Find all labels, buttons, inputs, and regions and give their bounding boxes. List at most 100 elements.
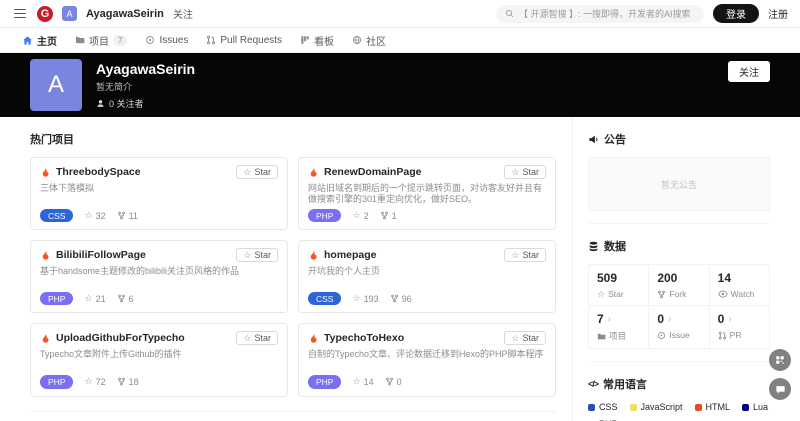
user-avatar-small[interactable]: A: [62, 6, 77, 21]
gitee-logo[interactable]: G: [37, 6, 53, 22]
feedback-button[interactable]: [769, 378, 791, 400]
language-badge: PHP: [40, 292, 73, 305]
chevron-right-icon: ›: [728, 314, 731, 325]
language-badge: CSS: [40, 209, 73, 222]
hot-icon: [40, 333, 51, 344]
star-icon: ☆: [243, 334, 251, 343]
main-content: 热门项目 ThreebodySpace ☆ Star 三体下落模拟 CSS ☆3…: [0, 117, 800, 421]
star-icon: ☆: [511, 168, 519, 177]
project-name-link[interactable]: TypechoToHexo: [324, 332, 499, 344]
languages-section: </> 常用语言 CSS JavaScript HTML Lu: [588, 361, 770, 421]
project-card: UploadGithubForTypecho ☆ Star Typecho文章附…: [30, 323, 288, 396]
folder-icon: [75, 35, 85, 45]
language-badge: PHP: [308, 209, 341, 222]
followers-row[interactable]: 0 关注者: [96, 97, 195, 110]
database-icon: [588, 241, 599, 252]
fork-icon: [117, 294, 126, 303]
profile-header: A AyagawaSeirin 暂无简介 0 关注者 关注: [0, 53, 800, 117]
star-button[interactable]: ☆ Star: [504, 248, 546, 262]
star-button[interactable]: ☆ Star: [236, 248, 278, 262]
board-icon: [300, 35, 310, 45]
stat-watch: 14 Watch: [710, 265, 770, 306]
stat-fork: 200 Fork: [649, 265, 709, 306]
star-button-label: Star: [522, 167, 539, 177]
announcement-empty-state: 暂无公告: [588, 157, 770, 211]
project-name-link[interactable]: homepage: [324, 249, 499, 261]
project-name-link[interactable]: BilibiliFollowPage: [56, 249, 231, 261]
language-color-dot: [695, 404, 702, 411]
project-description: 基于handsome主题修改的bilibili关注页风格的作品: [40, 266, 278, 288]
tab-board[interactable]: 看板: [300, 28, 334, 52]
menu-icon[interactable]: [12, 7, 28, 21]
followers-icon: [96, 99, 105, 108]
language-item: Lua: [742, 402, 768, 412]
fork-count: 1: [380, 211, 397, 221]
fork-icon: [390, 294, 399, 303]
star-button-label: Star: [522, 250, 539, 260]
announcement-section: 公告 暂无公告: [588, 131, 770, 223]
stat-prs[interactable]: 0› PR: [710, 306, 770, 349]
home-icon: [22, 35, 33, 46]
follow-button[interactable]: 关注: [728, 61, 770, 82]
login-button[interactable]: 登录: [713, 4, 759, 23]
tab-issues[interactable]: Issues: [145, 28, 188, 52]
star-icon: ☆: [352, 377, 360, 386]
fork-icon: [385, 377, 394, 386]
project-description: Typecho文章附件上传Github的插件: [40, 349, 278, 371]
star-icon: ☆: [84, 377, 92, 386]
project-name-link[interactable]: RenewDomainPage: [324, 166, 499, 178]
project-card-grid: ThreebodySpace ☆ Star 三体下落模拟 CSS ☆32 11 …: [30, 157, 556, 397]
stat-star: 509 ☆Star: [589, 265, 649, 306]
showcase-header: 项目展示 查看全部项目 ›: [30, 411, 556, 421]
popular-projects-section: 热门项目 ThreebodySpace ☆ Star 三体下落模拟 CSS ☆3…: [30, 117, 572, 421]
language-badge: CSS: [308, 292, 341, 305]
project-description: 网站旧域名到期后的一个提示跳转页面，对访客友好并且有做搜索引擎的301重定向优化…: [308, 183, 546, 205]
avatar: A: [30, 59, 82, 111]
floating-widgets: [769, 349, 791, 400]
megaphone-icon: [588, 134, 599, 145]
search-input[interactable]: [519, 9, 695, 19]
star-count: ☆14: [352, 377, 373, 387]
register-link[interactable]: 注册: [768, 6, 788, 21]
star-icon: ☆: [352, 211, 360, 220]
project-card: homepage ☆ Star 开坑我的个人主页 CSS ☆193 96: [298, 240, 556, 313]
project-card: RenewDomainPage ☆ Star 网站旧域名到期后的一个提示跳转页面…: [298, 157, 556, 230]
tab-home-label: 主页: [37, 33, 57, 48]
star-button[interactable]: ☆ Star: [504, 165, 546, 179]
project-card: ThreebodySpace ☆ Star 三体下落模拟 CSS ☆32 11: [30, 157, 288, 230]
project-description: 开坑我的个人主页: [308, 266, 546, 288]
language-list: CSS JavaScript HTML Lua PHP: [588, 402, 770, 421]
fork-count: 96: [390, 294, 412, 304]
tab-projects[interactable]: 项目 7: [75, 28, 127, 52]
star-button[interactable]: ☆ Star: [504, 331, 546, 345]
fork-count: 11: [117, 211, 138, 221]
tab-pull-requests[interactable]: Pull Requests: [206, 28, 282, 52]
star-button-label: Star: [254, 333, 271, 343]
code-icon: </>: [588, 379, 598, 389]
project-description: 自制的Typecho文章、评论数据迁移到Hexo的PHP脚本程序: [308, 349, 546, 371]
topbar-follow-link[interactable]: 关注: [173, 6, 193, 21]
tab-community[interactable]: 社区: [352, 28, 386, 52]
community-icon: [352, 35, 362, 45]
language-color-dot: [742, 404, 749, 411]
project-name-link[interactable]: ThreebodySpace: [56, 166, 231, 178]
project-name-link[interactable]: UploadGithubForTypecho: [56, 332, 231, 344]
star-icon: ☆: [352, 294, 360, 303]
fork-count: 0: [385, 377, 402, 387]
star-button[interactable]: ☆ Star: [236, 165, 278, 179]
language-item: JavaScript: [630, 402, 683, 412]
stats-grid: 509 ☆Star 200 Fork 14 Watch 7› 项目 0› I: [588, 264, 770, 349]
star-button[interactable]: ☆ Star: [236, 331, 278, 345]
tab-community-label: 社区: [366, 33, 386, 48]
sidebar: 公告 暂无公告 数据 509 ☆Star 200 Fork: [572, 117, 770, 421]
star-icon: ☆: [511, 334, 519, 343]
tab-home[interactable]: 主页: [22, 28, 57, 52]
star-icon: ☆: [597, 290, 605, 299]
language-item: HTML: [695, 402, 731, 412]
star-count: ☆193: [352, 294, 378, 304]
app-qr-button[interactable]: [769, 349, 791, 371]
topbar-username[interactable]: AyagawaSeirin: [86, 8, 164, 20]
hot-icon: [308, 333, 319, 344]
stat-projects[interactable]: 7› 项目: [589, 306, 649, 349]
stat-issues[interactable]: 0› Issue: [649, 306, 709, 349]
